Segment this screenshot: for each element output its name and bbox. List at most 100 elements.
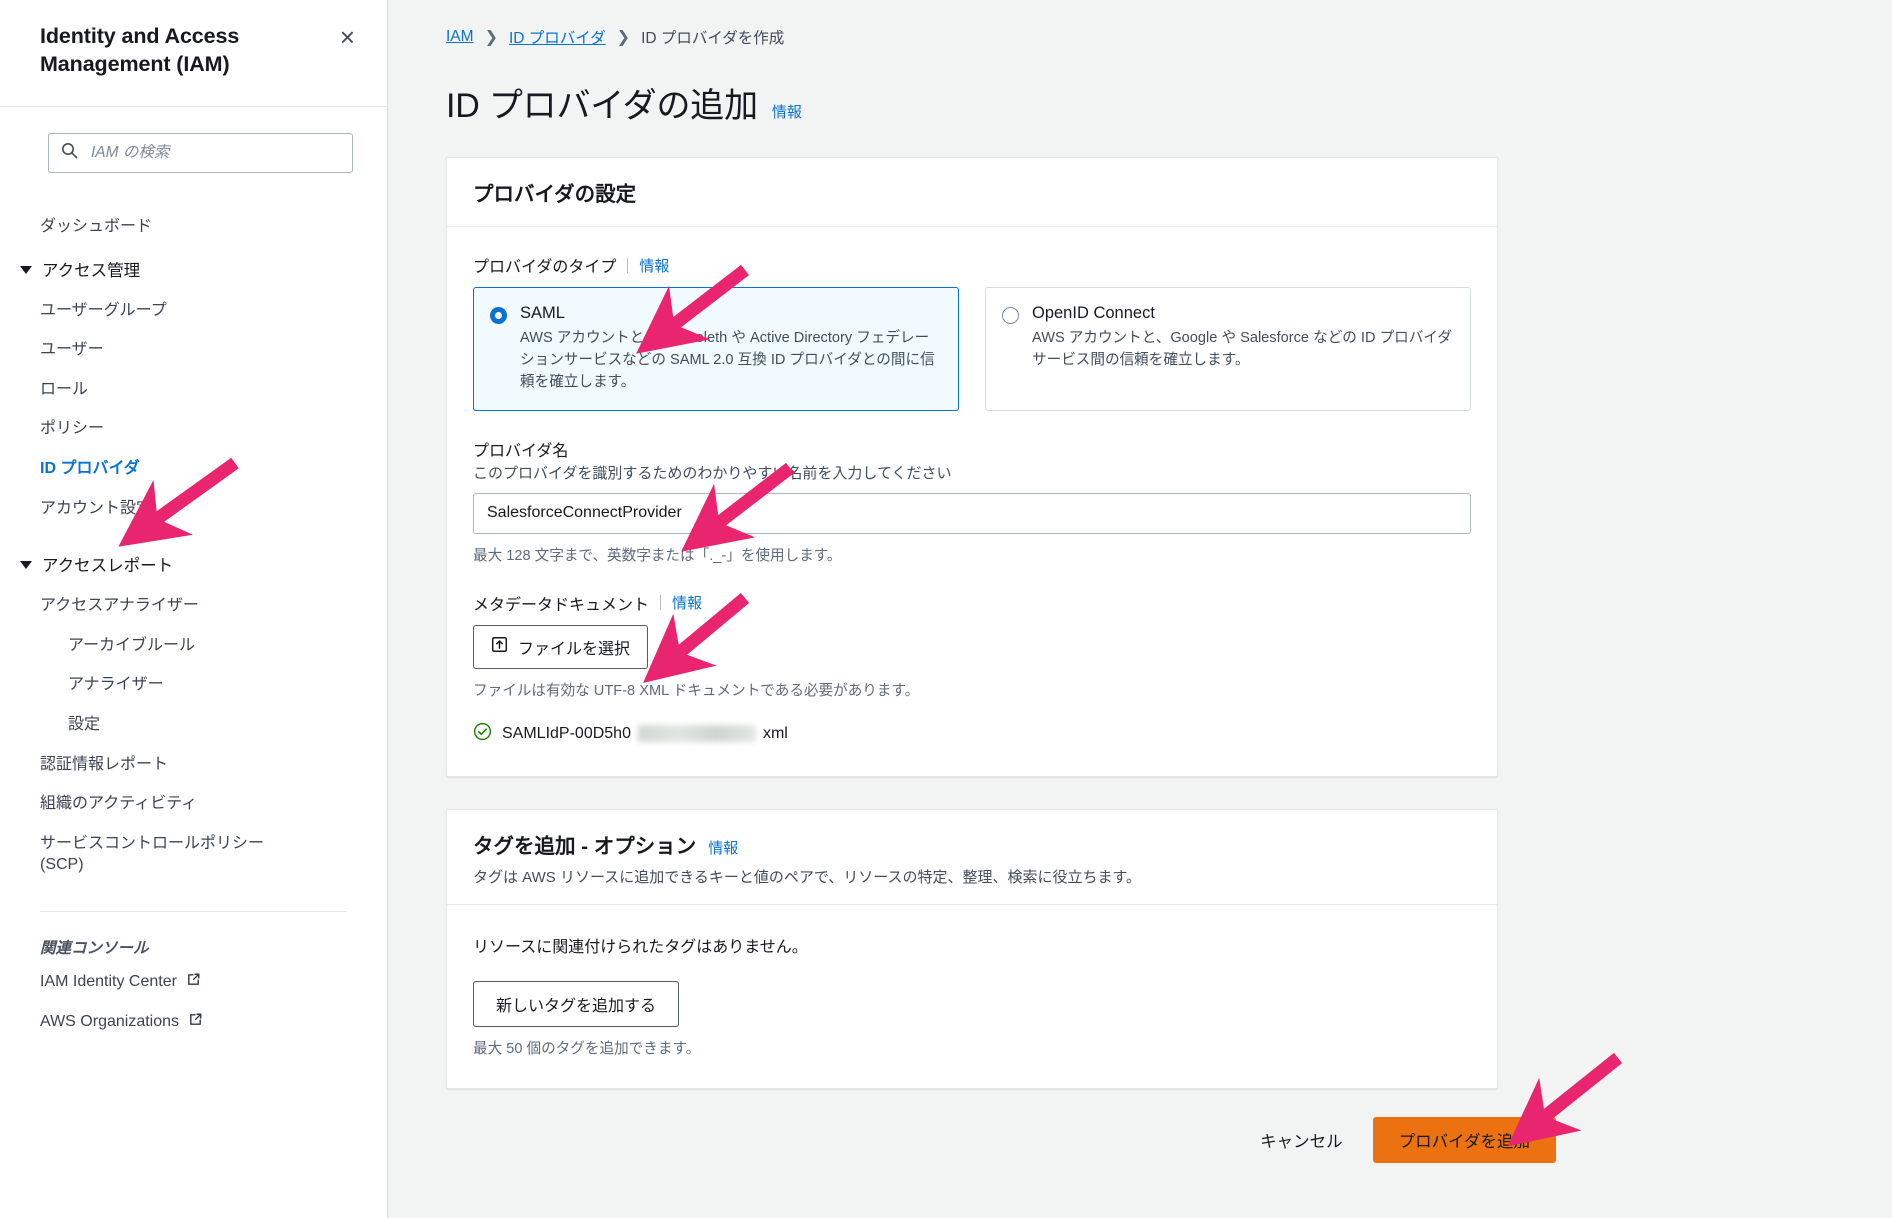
provider-panel-body: プロバイダのタイプ 情報 SAML AWS アカウントと、Shibboleth … [447,227,1497,776]
tags-heading-row: タグを追加 - オプション 情報 [473,829,1471,859]
label-divider [627,257,629,273]
tags-limit-hint: 最大 50 個のタグを追加できます。 [473,1041,701,1058]
provider-panel-heading: プロバイダの設定 [473,183,637,206]
sidebar-item-roles[interactable]: ロール [0,370,387,410]
sidebar-item-policies[interactable]: ポリシー [0,409,387,449]
main-content: IAM ❯ ID プロバイダ ❯ ID プロバイダを作成 ID プロバイダの追加… [388,0,1892,1218]
sidebar-title: Identity and Access Management (IAM) [40,24,240,77]
breadcrumb: IAM ❯ ID プロバイダ ❯ ID プロバイダを作成 [388,0,1892,48]
provider-type-info-link[interactable]: 情報 [639,255,669,276]
provider-type-option-saml[interactable]: SAML AWS アカウントと、Shibboleth や Active Dire… [473,287,959,411]
sidebar-item-access-analyzer[interactable]: アクセスアナライザー [0,586,387,626]
metadata-label-row: メタデータドキュメント 情報 [473,591,1471,615]
metadata-hint: ファイルは有効な UTF-8 XML ドキュメントである必要があります。 [473,682,920,699]
sidebar-item-users[interactable]: ユーザー [0,330,387,370]
provider-name-label: プロバイダ名 [473,442,569,460]
close-icon[interactable]: × [336,22,359,52]
uploaded-file-prefix: SAMLIdP-00D5h0 [502,724,631,742]
radio-oidc[interactable] [1002,307,1019,324]
breadcrumb-item-identity-providers[interactable]: ID プロバイダ [509,26,606,48]
tags-empty-message: リソースに関連付けられたタグはありません。 [473,939,808,957]
page-title: ID プロバイダの追加 [446,87,758,125]
external-link-icon [188,1012,203,1032]
sidebar-nav: ダッシュボード アクセス管理 ユーザーグループ ユーザー ロール ポリシー ID… [0,173,387,885]
sidebar-group-access-management[interactable]: アクセス管理 [0,247,387,291]
breadcrumb-separator: ❯ [484,29,498,46]
sidebar-group-label: アクセスレポート [42,557,174,576]
tags-panel-description: タグは AWS リソースに追加できるキーと値のペアで、リソースの特定、整理、検索… [473,868,1142,886]
provider-type-option-oidc[interactable]: OpenID Connect AWS アカウントと、Google や Sales… [985,287,1471,411]
sidebar-item-identity-providers[interactable]: ID プロバイダ [0,449,387,489]
sidebar: Identity and Access Management (IAM) × ダ… [0,0,388,1218]
upload-icon [491,636,508,658]
provider-name-description: このプロバイダを識別するためのわかりやすい名前を入力してください [473,464,952,482]
sidebar-item-org-activity[interactable]: 組織のアクティビティ [0,784,387,824]
related-console-label: IAM Identity Center [40,972,177,990]
sidebar-group-label: アクセス管理 [42,261,141,280]
sidebar-item-settings[interactable]: 設定 [0,705,387,745]
search-box[interactable] [48,133,353,173]
sidebar-item-dashboard[interactable]: ダッシュボード [0,207,387,247]
sidebar-header: Identity and Access Management (IAM) × [0,0,387,88]
sidebar-item-archive-rules[interactable]: アーカイブルール [0,626,387,666]
provider-type-label: プロバイダのタイプ [473,259,617,276]
tags-panel-header: タグを追加 - オプション 情報 タグは AWS リソースに追加できるキーと値の… [447,810,1497,906]
chevron-down-icon [20,561,32,570]
sidebar-group-access-reports[interactable]: アクセスレポート [0,542,387,586]
external-link-icon [186,972,201,992]
option-title-oidc: OpenID Connect [1032,304,1155,322]
provider-name-input[interactable] [473,492,1471,534]
provider-name-label-row: プロバイダ名 [473,437,1471,461]
label-divider [660,595,662,611]
sidebar-search-wrap [0,107,387,173]
sidebar-item-account-settings[interactable]: アカウント設定 [0,489,387,529]
uploaded-file-row: SAMLIdP-00D5h0 xml [473,722,1471,746]
tags-panel: タグを追加 - オプション 情報 タグは AWS リソースに追加できるキーと値の… [446,808,1498,1090]
sidebar-item-iam-identity-center[interactable]: IAM Identity Center [0,962,387,1002]
related-consoles-title: 関連コンソール [40,939,149,957]
tags-panel-body: リソースに関連付けられたタグはありません。 新しいタグを追加する 最大 50 個… [447,905,1497,1088]
breadcrumb-item-iam[interactable]: IAM [446,28,474,46]
page-info-link[interactable]: 情報 [772,101,802,122]
radio-saml[interactable] [490,307,507,324]
provider-name-hint: 最大 128 文字まで、英数字または「._-」を使用します。 [473,547,842,564]
metadata-label: メタデータドキュメント [473,596,650,614]
search-icon [61,142,78,164]
breadcrumb-separator: ❯ [616,29,631,46]
sidebar-item-aws-organizations[interactable]: AWS Organizations [0,1002,387,1042]
search-input[interactable] [89,143,340,163]
chevron-down-icon [20,265,32,274]
redacted-region [637,725,756,743]
uploaded-file-suffix: xml [762,724,788,742]
option-desc-oidc: AWS アカウントと、Google や Salesforce などの ID プロ… [1032,330,1452,368]
add-new-tag-label: 新しいタグを追加する [496,998,657,1016]
metadata-info-link[interactable]: 情報 [672,592,702,613]
related-console-label: AWS Organizations [40,1012,180,1030]
sidebar-item-user-groups[interactable]: ユーザーグループ [0,291,387,331]
option-desc-saml: AWS アカウントと、Shibboleth や Active Directory… [520,330,935,390]
option-title-saml: SAML [520,304,565,322]
provider-type-options: SAML AWS アカウントと、Shibboleth や Active Dire… [473,287,1471,411]
choose-file-label: ファイルを選択 [518,640,631,658]
metadata-document-field: メタデータドキュメント 情報 ファイルを選択 ファイルは有効な UTF-8 XM… [473,591,1471,746]
uploaded-file-name: SAMLIdP-00D5h0 xml [502,725,788,743]
provider-panel-header: プロバイダの設定 [447,158,1497,227]
choose-file-button[interactable]: ファイルを選択 [473,624,649,669]
provider-name-field: プロバイダ名 このプロバイダを識別するためのわかりやすい名前を入力してください … [473,437,1471,565]
provider-type-label-row: プロバイダのタイプ 情報 [473,253,1471,277]
sidebar-item-scp[interactable]: サービスコントロールポリシー (SCP) [0,824,320,885]
sidebar-item-analyzers[interactable]: アナライザー [0,665,387,705]
tags-info-link[interactable]: 情報 [708,837,738,858]
breadcrumb-item-current: ID プロバイダを作成 [641,30,785,47]
page-title-row: ID プロバイダの追加 情報 [388,48,1892,127]
success-check-icon [473,722,492,746]
app-root: Identity and Access Management (IAM) × ダ… [0,0,1892,1218]
add-provider-button[interactable]: プロバイダを追加 [1372,1117,1556,1164]
provider-configuration-panel: プロバイダの設定 プロバイダのタイプ 情報 SAML AWS アカウントと、Sh… [446,157,1498,777]
cancel-button[interactable]: キャンセル [1254,1118,1349,1162]
add-new-tag-button[interactable]: 新しいタグを追加する [473,981,680,1028]
tags-panel-heading: タグを追加 - オプション [473,834,697,858]
form-actions: キャンセル プロバイダを追加 [446,1117,1556,1164]
form-container: プロバイダの設定 プロバイダのタイプ 情報 SAML AWS アカウントと、Sh… [388,127,1556,1164]
sidebar-item-credential-report[interactable]: 認証情報レポート [0,745,387,785]
